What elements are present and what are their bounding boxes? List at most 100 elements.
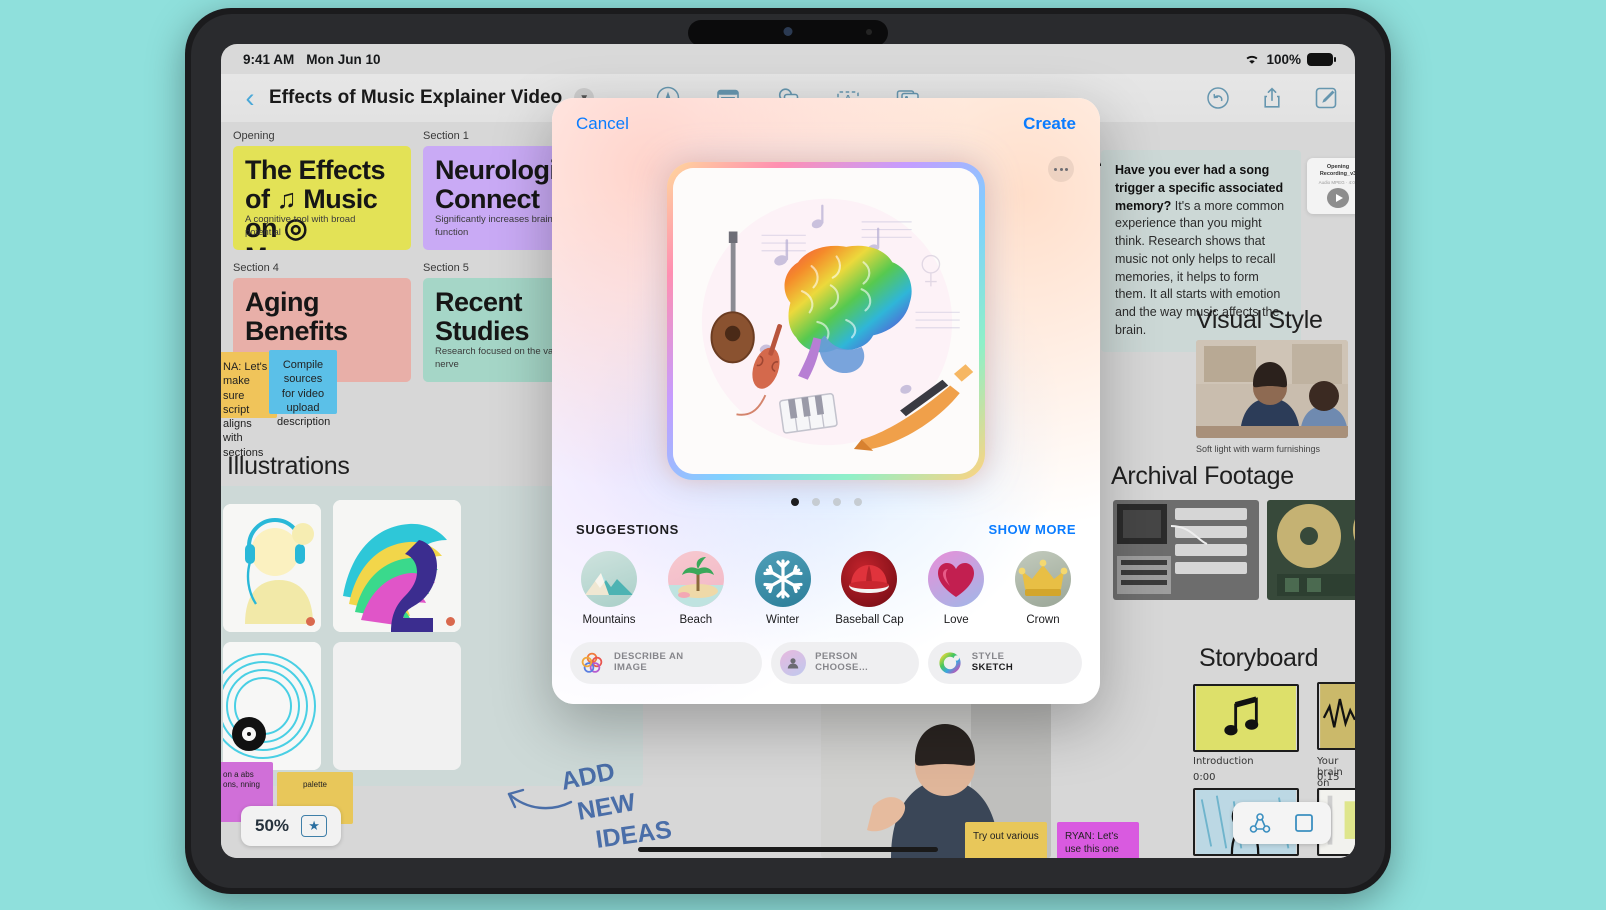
person-field[interactable]: PERSON CHOOSE… [771,642,919,684]
page-dot-1[interactable] [790,498,799,506]
home-indicator [638,847,938,852]
compose-pencil-icon[interactable] [1313,85,1339,111]
mini-tool-palette[interactable] [1233,802,1331,844]
page-dot-4[interactable] [853,498,862,506]
sticky-tryout[interactable]: Try out various [965,822,1047,858]
suggestions-title: SUGGESTIONS [576,522,680,537]
status-date: Mon Jun 10 [306,51,381,67]
suggestion-label: Baseball Cap [835,614,904,626]
illustration-vinyl[interactable] [223,642,321,770]
storyboard-time-2: 0:15 [1317,772,1340,783]
storyboard-caption-1: Introduction [1193,756,1254,767]
ellipsis-icon[interactable] [1048,156,1074,182]
battery-full-icon [1307,52,1336,66]
storyboard-frame-2[interactable] [1317,682,1355,750]
suggestion-label: Winter [765,614,800,626]
person-icon [780,650,807,676]
love-icon [928,551,985,607]
suggestion-crown[interactable]: Crown [1006,551,1080,626]
beach-icon [667,551,724,607]
visual-style-caption-1: Soft light with warm furnishings [1196,444,1321,454]
show-more-button[interactable]: SHOW MORE [988,522,1076,537]
undo-circle-icon[interactable] [1205,85,1231,111]
cancel-button[interactable]: Cancel [576,114,629,134]
heading-storyboard: Storyboard [1199,644,1319,672]
sticky-ryan[interactable]: RYAN: Let's use this one [1057,822,1139,858]
suggestion-love[interactable]: Love [919,551,993,626]
suggestion-label: Love [943,614,969,626]
sensor-dot [866,29,872,35]
card-section-4-headline: Aging Benefits [245,287,348,347]
generated-image-frame [667,162,985,480]
nodes-icon[interactable] [1249,812,1271,834]
collaborator-dot [446,617,455,626]
storyboard-time-1: 0:00 [1193,772,1216,783]
mountains-icon [581,551,637,607]
document-actions-group [1205,85,1339,111]
heading-archival-footage: Archival Footage [1111,462,1294,490]
suggestion-label: Beach [679,614,713,626]
square-icon[interactable] [1293,812,1315,834]
suggestions-row: Mountains Beach Winter Baseball Cap Love… [572,551,1080,626]
audio-clip-subtitle: Audio MPEG · 4:08 [1318,180,1355,186]
zoom-level-label: 50% [255,816,290,835]
ipad-device-frame: 9:41 AM Mon Jun 10 100% ‹ Effects of Mus… [185,8,1391,894]
archival-photo-reel[interactable] [1267,500,1355,600]
person-value: CHOOSE… [815,662,869,673]
svg-text:NEW: NEW [575,788,638,826]
modal-header: Cancel Create [552,98,1100,150]
board-label-section-1: Section 1 [423,130,469,142]
describe-image-field[interactable]: DESCRIBE AN IMAGE [570,642,763,684]
status-time: 9:41 AM [243,51,295,67]
archival-photo-console[interactable] [1113,500,1259,600]
heading-visual-style: Visual Style [1196,306,1323,334]
board-label-section-4: Section 4 [233,262,279,274]
describe-image-value: IMAGE [614,662,648,673]
generated-image[interactable] [673,168,979,474]
suggestion-label: Mountains [582,614,636,626]
handwriting-add-new-ideas: ADD NEW IDEAS [501,742,673,854]
svg-text:ADD: ADD [558,757,617,796]
suggestion-mountains[interactable]: Mountains [572,551,646,626]
illustration-rainbow-hair[interactable] [333,500,461,632]
page-title: Effects of Music Explainer Video [269,87,563,108]
card-opening[interactable]: The Effects of ♫ Music on ◎ Memory A cog… [233,146,411,250]
suggestion-baseball-cap[interactable]: Baseball Cap [832,551,906,626]
zoom-control[interactable]: 50% ★ [241,806,342,846]
suggestions-header: SUGGESTIONS SHOW MORE [576,522,1076,537]
image-playground-dialog[interactable]: Cancel Create SUGGESTIONS SHOW MORE Moun… [552,98,1100,704]
front-camera-dot [783,27,793,36]
audio-clip-card[interactable]: Opening Recording_v3 Audio MPEG · 4:08 [1307,158,1355,214]
play-icon[interactable] [1327,188,1349,208]
storyboard-frame-1[interactable] [1193,684,1299,752]
create-button[interactable]: Create [1023,114,1076,134]
sticky-compile[interactable]: Compile sources for video upload descrip… [269,350,337,428]
card-opening-subtitle: A cognitive tool with broad potential [245,214,356,239]
illustration-placeholder[interactable] [333,642,461,770]
suggestion-label: Crown [1026,614,1060,626]
visual-style-photo-1[interactable] [1196,340,1348,438]
status-bar: 9:41 AM Mon Jun 10 100% [221,44,1355,74]
style-value: SKETCH [971,662,1014,673]
star-icon[interactable]: ★ [301,815,328,837]
suggestion-winter[interactable]: Winter [746,551,820,626]
battery-percent-label: 100% [1266,51,1301,67]
share-up-icon[interactable] [1259,85,1285,111]
baseball-cap-icon [841,551,898,607]
ipad-screen: 9:41 AM Mon Jun 10 100% ‹ Effects of Mus… [221,44,1355,858]
back-button[interactable]: ‹ [237,84,263,112]
winter-icon [754,551,811,607]
carousel-page-dots[interactable] [790,498,862,506]
page-dot-3[interactable] [832,498,841,506]
page-dot-2[interactable] [811,498,820,506]
board-label-section-5: Section 5 [423,262,469,274]
suggestion-beach[interactable]: Beach [659,551,733,626]
audio-clip-title: Opening Recording_v3 [1319,164,1355,177]
illustration-headphones[interactable] [223,504,321,632]
style-field[interactable]: STYLE SKETCH [927,642,1082,684]
board-label-opening: Opening [233,130,275,142]
prompt-fields-row: DESCRIBE AN IMAGE PERSON CHOOSE… STYLE S… [570,642,1082,684]
wifi-icon [1244,53,1260,65]
collaborator-dot [306,617,315,626]
heading-illustrations: Illustrations [227,452,350,480]
